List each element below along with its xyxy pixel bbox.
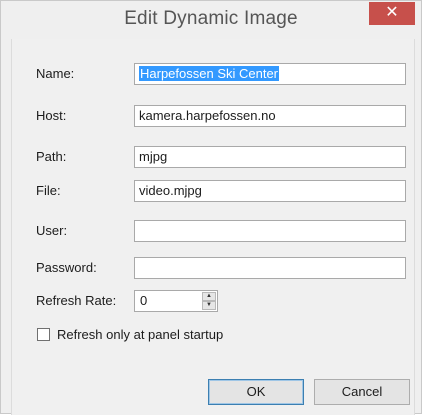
ok-button[interactable]: OK <box>208 379 304 405</box>
host-label: Host: <box>36 108 67 123</box>
caret-up-icon: ▲ <box>206 293 212 299</box>
close-icon: ✕ <box>385 4 399 21</box>
name-label: Name: <box>36 66 75 81</box>
caret-down-icon: ▼ <box>206 302 212 308</box>
host-field[interactable]: kamera.harpefossen.no <box>134 105 406 127</box>
refresh-rate-label: Refresh Rate: <box>36 293 117 308</box>
refresh-startup-checkbox[interactable] <box>37 328 50 341</box>
password-label: Password: <box>36 260 97 275</box>
password-field[interactable] <box>134 257 406 279</box>
cancel-button[interactable]: Cancel <box>314 379 410 405</box>
path-field[interactable]: mjpg <box>134 146 406 168</box>
dialog-title: Edit Dynamic Image <box>124 8 298 29</box>
spin-down-button[interactable]: ▼ <box>202 301 216 310</box>
file-label: File: <box>36 183 61 198</box>
close-button[interactable]: ✕ <box>369 2 415 25</box>
path-label: Path: <box>36 149 67 164</box>
title-bar[interactable]: Edit Dynamic Image ✕ <box>1 1 421 38</box>
user-field[interactable] <box>134 220 406 242</box>
refresh-startup-label[interactable]: Refresh only at panel startup <box>57 327 223 342</box>
spin-up-button[interactable]: ▲ <box>202 292 216 301</box>
file-field[interactable]: video.mjpg <box>134 180 406 202</box>
dialog-window: Edit Dynamic Image ✕ Name: Harpefossen S… <box>0 0 422 415</box>
refresh-rate-value: 0 <box>140 293 148 308</box>
user-label: User: <box>36 223 68 238</box>
name-field[interactable]: Harpefossen Ski Center <box>134 63 406 85</box>
refresh-rate-stepper[interactable]: 0 ▲ ▼ <box>134 290 218 312</box>
name-field-value: Harpefossen Ski Center <box>139 66 280 81</box>
